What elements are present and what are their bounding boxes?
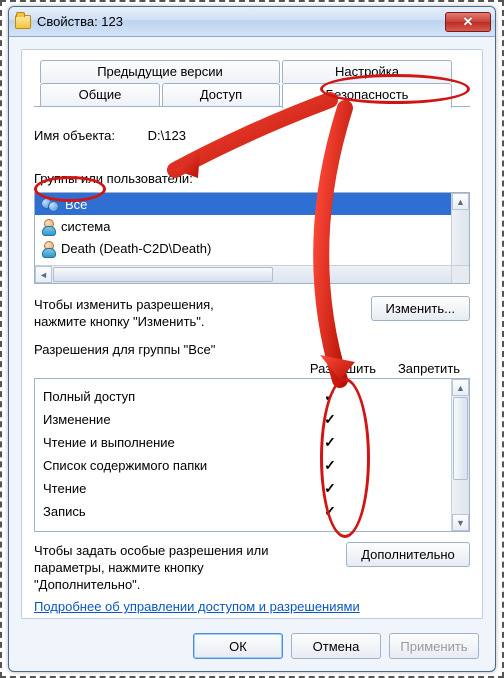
advanced-button[interactable]: Дополнительно	[346, 542, 470, 567]
apply-button[interactable]: Применить	[389, 633, 479, 659]
principals-list[interactable]: Все система Death (Death-C2D\Death) ▲ ◄	[34, 192, 470, 284]
edit-hint-line1: Чтобы изменить разрешения,	[34, 296, 361, 313]
user-icon	[41, 219, 55, 233]
users-group-icon	[41, 197, 59, 211]
edit-hint-line2: нажмите кнопку "Изменить".	[34, 313, 361, 330]
horizontal-scrollbar[interactable]: ◄ ►	[35, 265, 469, 283]
tab-sharing[interactable]: Доступ	[162, 83, 280, 106]
advanced-hint-line1: Чтобы задать особые разрешения или	[34, 542, 336, 559]
tab-general[interactable]: Общие	[40, 83, 160, 106]
cancel-button[interactable]: Отмена	[291, 633, 381, 659]
allow-check-icon: ✓	[291, 388, 369, 405]
allow-check-icon: ✓	[291, 457, 369, 474]
permission-row: Чтение ✓	[43, 477, 447, 500]
allow-check-icon: ✓	[291, 434, 369, 451]
groups-label: Группы или пользователи:	[34, 171, 470, 186]
permission-row: Чтение и выполнение ✓	[43, 431, 447, 454]
tab-previous-versions[interactable]: Предыдущие версии	[40, 60, 280, 83]
folder-icon	[15, 15, 31, 29]
object-name-label: Имя объекта:	[34, 128, 144, 143]
permission-name: Запись	[43, 504, 291, 519]
dialog-content: Предыдущие версии Настройка Общие Доступ…	[21, 49, 483, 619]
close-icon: ✕	[463, 14, 474, 30]
permissions-for-label: Разрешения для группы "Все"	[34, 342, 470, 357]
list-item[interactable]: Death (Death-C2D\Death)	[35, 237, 451, 259]
list-item[interactable]: система	[35, 215, 451, 237]
permission-name: Изменение	[43, 412, 291, 427]
permission-name: Полный доступ	[43, 389, 291, 404]
titlebar[interactable]: Свойства: 123 ✕	[9, 7, 495, 37]
scroll-left-icon[interactable]: ◄	[35, 266, 52, 283]
scroll-thumb[interactable]	[453, 397, 468, 480]
tab-security[interactable]: Безопасность	[282, 83, 452, 108]
advanced-hint-line2: параметры, нажмите кнопку	[34, 559, 336, 576]
allow-check-icon: ✓	[291, 480, 369, 497]
allow-check-icon: ✓	[291, 411, 369, 428]
user-icon	[41, 241, 55, 255]
allow-header: Разрешить	[304, 361, 382, 376]
permission-name: Чтение	[43, 481, 291, 496]
list-item[interactable]: Все	[35, 193, 451, 215]
properties-window: Свойства: 123 ✕ Предыдущие версии Настро…	[8, 6, 496, 672]
edit-button[interactable]: Изменить...	[371, 296, 470, 321]
object-name-value: D:\123	[148, 128, 186, 143]
principal-name: система	[61, 219, 110, 234]
scroll-up-icon[interactable]: ▲	[452, 379, 469, 396]
scroll-down-icon[interactable]: ▼	[452, 514, 469, 531]
permission-name: Чтение и выполнение	[43, 435, 291, 450]
permission-row: Полный доступ ✓	[43, 385, 447, 408]
ok-button[interactable]: ОК	[193, 633, 283, 659]
scroll-thumb[interactable]	[53, 267, 273, 282]
deny-header: Запретить	[390, 361, 468, 376]
tab-customize[interactable]: Настройка	[282, 60, 452, 83]
permission-name: Список содержимого папки	[43, 458, 291, 473]
permission-row: Изменение ✓	[43, 408, 447, 431]
permissions-list: Полный доступ ✓ Изменение ✓ Чтение и вып…	[34, 378, 470, 532]
permission-row: Список содержимого папки ✓	[43, 454, 447, 477]
allow-check-icon: ✓	[291, 503, 369, 520]
close-button[interactable]: ✕	[445, 12, 491, 32]
vertical-scrollbar[interactable]: ▲ ▼	[451, 379, 469, 531]
scroll-corner	[451, 265, 469, 283]
principal-name: Death (Death-C2D\Death)	[61, 241, 211, 256]
scroll-up-icon[interactable]: ▲	[452, 193, 469, 210]
advanced-hint-line3: "Дополнительно".	[34, 576, 336, 593]
principal-name: Все	[65, 197, 87, 212]
help-link[interactable]: Подробнее об управлении доступом и разре…	[34, 599, 360, 614]
permission-row: Запись ✓	[43, 500, 447, 523]
vertical-scrollbar[interactable]: ▲	[451, 193, 469, 265]
window-title: Свойства: 123	[37, 14, 123, 29]
